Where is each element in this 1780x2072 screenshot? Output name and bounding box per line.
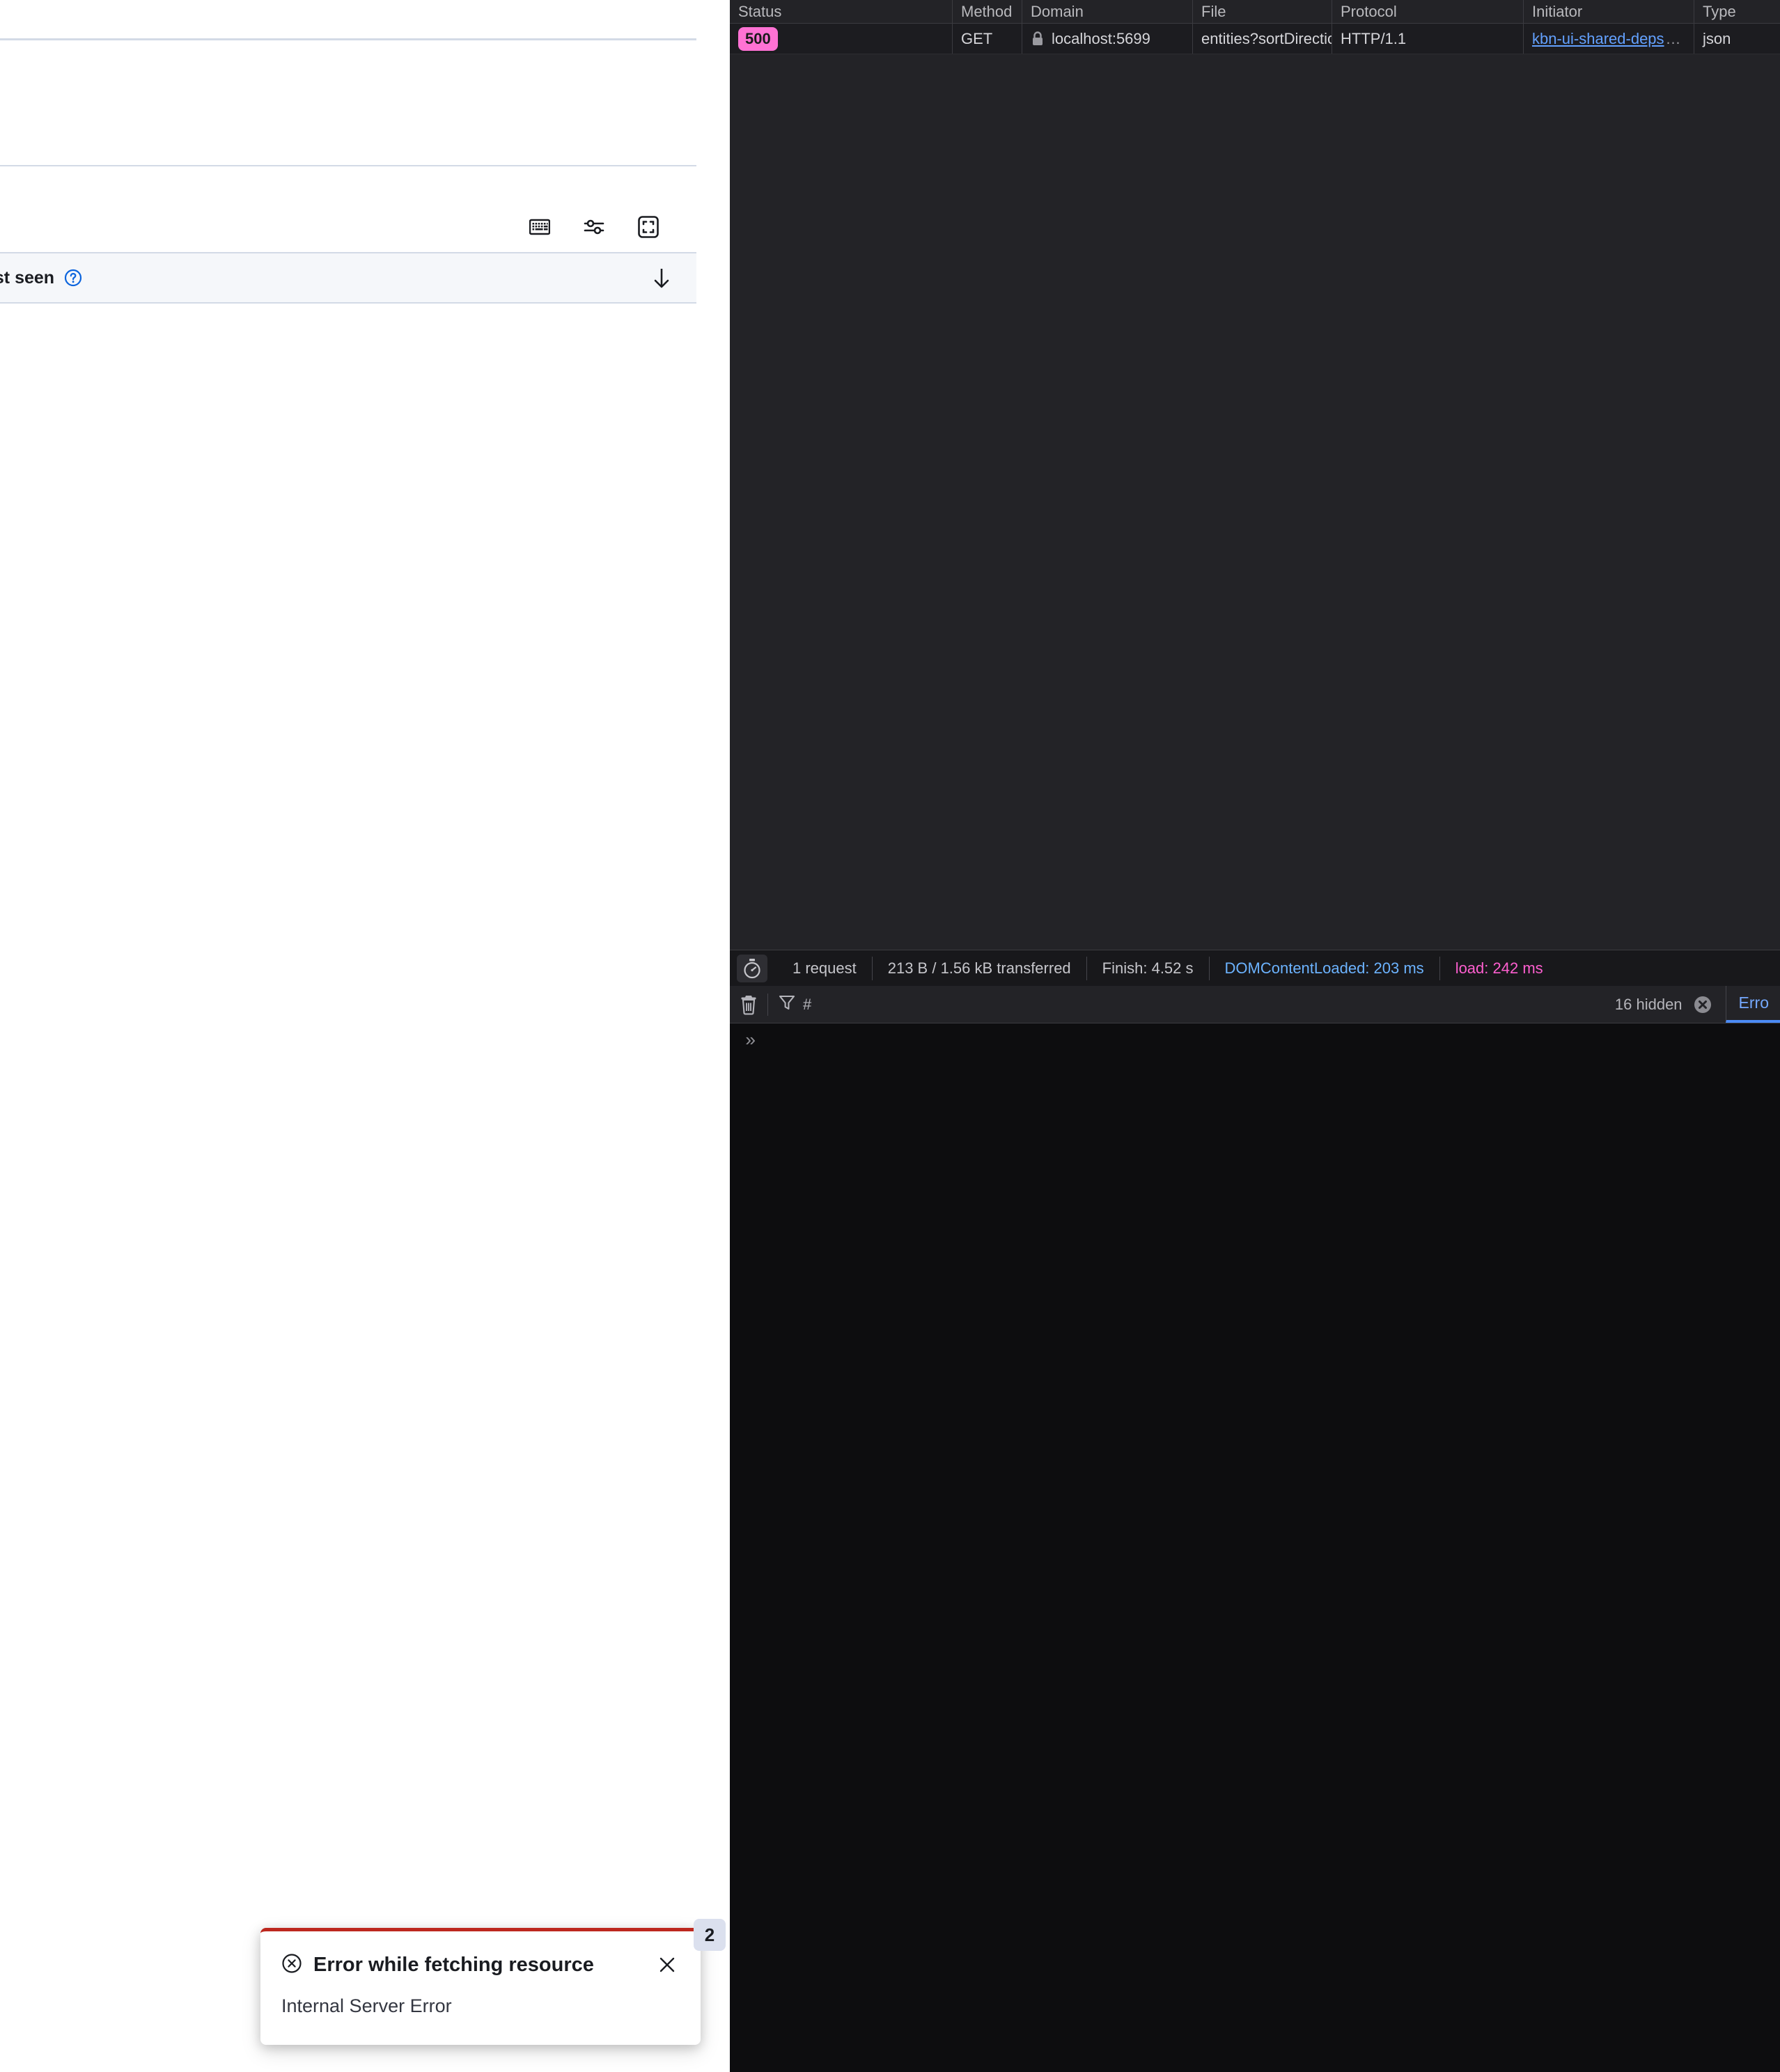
request-type-cell: json [1703, 29, 1731, 47]
status-request-count: 1 request [777, 956, 873, 980]
request-protocol-cell: HTTP/1.1 [1332, 24, 1524, 54]
panel-divider-top [0, 38, 696, 40]
column-header-initiator[interactable]: Initiator [1524, 0, 1694, 23]
lock-icon [1031, 31, 1045, 47]
status-finish-time: Finish: 4.52 s [1087, 956, 1210, 980]
display-options-icon[interactable] [578, 211, 610, 243]
request-file-cell: entities?sortDirectio [1193, 24, 1332, 54]
column-header-method[interactable]: Method [953, 0, 1022, 23]
column-header-file[interactable]: File [1193, 0, 1332, 23]
sort-descending-arrow-icon[interactable] [652, 266, 671, 290]
console-filter-input[interactable]: # [778, 986, 1615, 1023]
console-prompt-chevron: » [745, 1030, 756, 1051]
request-initiator-cell: kbn-ui-shared-deps… [1524, 24, 1694, 54]
network-request-row[interactable]: 500 GET localhost:5699 entities?sortDire… [730, 24, 1780, 54]
stopwatch-icon[interactable] [737, 954, 767, 982]
table-toolbar [0, 202, 696, 252]
network-monitor: Status Method Domain File Protocol Initi… [730, 0, 1780, 950]
initiator-link[interactable]: kbn-ui-shared-deps [1532, 30, 1664, 48]
status-dom-content-loaded: DOMContentLoaded: 203 ms [1210, 956, 1440, 980]
request-domain-text: localhost:5699 [1052, 29, 1150, 47]
keyboard-shortcuts-icon[interactable] [524, 211, 556, 243]
status-load-time: load: 242 ms [1455, 959, 1543, 977]
column-header-domain[interactable]: Domain [1022, 0, 1193, 23]
console-toolbar: # 16 hidden Erro [730, 986, 1780, 1023]
column-header-label: ast seen [0, 267, 55, 288]
toast-message: Internal Server Error [281, 1995, 452, 2016]
column-header-protocol[interactable]: Protocol [1332, 0, 1524, 23]
panel-divider-middle [0, 165, 696, 166]
clear-circle-icon[interactable] [1692, 994, 1713, 1015]
close-icon[interactable] [655, 1952, 680, 1977]
status-badge: 500 [738, 26, 778, 51]
console-tab-errors[interactable]: Erro [1725, 986, 1780, 1023]
column-header-status[interactable]: Status [730, 0, 953, 23]
toolbar-divider [767, 993, 768, 1016]
toast-title: Error while fetching resource [313, 1953, 594, 1976]
funnel-icon [778, 994, 796, 1015]
console-hidden-label: 16 hidden [1614, 995, 1683, 1013]
fullscreen-icon[interactable] [632, 211, 664, 243]
error-cross-circle-icon [281, 1953, 302, 1977]
network-table-empty-area [730, 54, 1780, 950]
network-status-bar: 1 request 213 B / 1.56 kB transferred Fi… [730, 950, 1780, 986]
console-hidden-count: 16 hidden [1615, 994, 1726, 1015]
toast-notification-wrapper: 2 Error while fetching resource Internal… [260, 1919, 726, 2045]
request-method-cell: GET [953, 24, 1022, 54]
network-table-header: Status Method Domain File Protocol Initi… [730, 0, 1780, 24]
error-toast: 2 Error while fetching resource Internal… [260, 1919, 726, 2045]
initiator-ellipsis: … [1665, 29, 1681, 47]
console-output[interactable]: » [730, 1023, 1780, 2072]
request-status-cell: 500 [730, 24, 953, 54]
status-transferred: 213 B / 1.56 kB transferred [873, 956, 1087, 980]
application-panel: ast seen 2 [0, 0, 730, 2072]
toast-count-badge: 2 [694, 1919, 726, 1951]
help-circle-icon[interactable] [64, 269, 82, 287]
toast-header: Error while fetching resource [281, 1952, 680, 1977]
request-domain-cell: localhost:5699 [1022, 24, 1193, 54]
trash-icon[interactable] [730, 986, 767, 1023]
column-header-type[interactable]: Type [1694, 0, 1780, 23]
screen-root: ast seen 2 [0, 0, 1780, 2072]
console-filter-placeholder: # [803, 995, 812, 1013]
table-column-header-row: ast seen [0, 252, 696, 304]
devtools-panel: Status Method Domain File Protocol Initi… [730, 0, 1780, 2072]
column-header-last-seen[interactable]: ast seen [0, 268, 82, 288]
